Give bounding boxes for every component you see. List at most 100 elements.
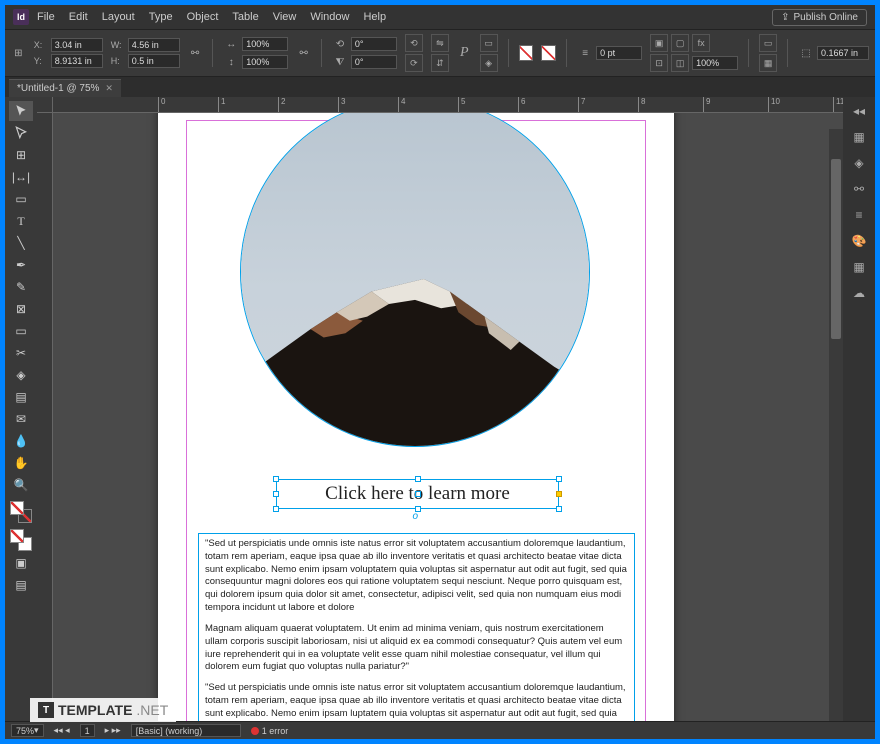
fill-stroke-swatch[interactable] (10, 501, 32, 523)
resize-handle[interactable] (273, 491, 279, 497)
scale-y-input[interactable] (242, 55, 288, 69)
swatches-panel-icon[interactable]: ▦ (849, 257, 869, 277)
document-tab[interactable]: *Untitled-1 @ 75% ✕ (9, 79, 121, 97)
zoom-tool[interactable]: 🔍 (9, 475, 33, 495)
menu-layout[interactable]: Layout (102, 11, 135, 23)
stroke-weight-icon: ≡ (577, 45, 593, 61)
apply-color-swatch[interactable] (10, 529, 32, 551)
gap-tool[interactable]: |↔| (9, 167, 33, 187)
zoom-field[interactable]: 75% ▾ (11, 724, 44, 737)
resize-handle[interactable] (556, 506, 562, 512)
select-content-button[interactable]: ◈ (480, 54, 498, 72)
direct-selection-tool[interactable] (9, 123, 33, 143)
text-wrap-none-button[interactable]: ▭ (759, 34, 777, 52)
pen-tool[interactable]: ✒ (9, 255, 33, 275)
menu-table[interactable]: Table (232, 11, 258, 23)
select-container-button[interactable]: ▭ (480, 34, 498, 52)
rotate-cw-button[interactable]: ⟳ (405, 54, 423, 72)
fit-content-button[interactable]: ▢ (671, 34, 689, 52)
scissors-tool[interactable]: ✂ (9, 343, 33, 363)
w-input[interactable] (128, 38, 180, 52)
preflight-status[interactable]: 1 error (251, 726, 289, 736)
note-tool[interactable]: ✉ (9, 409, 33, 429)
opacity-input[interactable] (692, 56, 738, 70)
links-panel-icon[interactable]: ⚯ (849, 179, 869, 199)
menu-help[interactable]: Help (363, 11, 386, 23)
pages-panel-icon[interactable]: ▦ (849, 127, 869, 147)
upload-icon: ⇪ (781, 12, 789, 23)
reference-point-icon[interactable]: ⊞ (11, 45, 26, 61)
horizontal-ruler[interactable]: 0 1 2 3 4 5 6 7 8 9 10 11 (53, 97, 843, 113)
y-input[interactable] (51, 54, 103, 68)
pencil-tool[interactable]: ✎ (9, 277, 33, 297)
fill-frame-button[interactable]: ◫ (671, 54, 689, 72)
fit-frame-button[interactable]: ▣ (650, 34, 668, 52)
resize-handle[interactable] (415, 476, 421, 482)
layers-panel-icon[interactable]: ◈ (849, 153, 869, 173)
link-scale-icon[interactable]: ⚯ (296, 45, 311, 61)
menu-window[interactable]: Window (310, 11, 349, 23)
color-panel-icon[interactable]: 🎨 (849, 231, 869, 251)
resize-handle[interactable] (273, 476, 279, 482)
page-number: 1 (85, 726, 90, 736)
page-field[interactable]: 1 (80, 724, 95, 737)
text-wrap-bounding-button[interactable]: ▦ (759, 54, 777, 72)
flip-h-button[interactable]: ⇋ (431, 34, 449, 52)
stroke-swatch[interactable] (541, 45, 556, 61)
page-nav-prev[interactable]: ◂◂ ◂ (54, 725, 70, 736)
resize-handle[interactable] (273, 506, 279, 512)
link-icon[interactable]: ⚯ (188, 45, 203, 61)
scale-x-input[interactable] (242, 37, 288, 51)
menu-bar: Id File Edit Layout Type Object Table Vi… (5, 5, 875, 29)
center-content-button[interactable]: ⊡ (650, 54, 668, 72)
body-text-frame[interactable]: "Sed ut perspiciatis unde omnis iste nat… (198, 533, 635, 721)
hand-tool[interactable]: ✋ (9, 453, 33, 473)
rotate-ccw-button[interactable]: ⟲ (405, 34, 423, 52)
ruler-origin[interactable] (37, 97, 53, 113)
paragraph-mode-icon[interactable]: P (457, 45, 472, 61)
close-tab-icon[interactable]: ✕ (105, 83, 113, 94)
rectangle-tool[interactable]: ▭ (9, 321, 33, 341)
free-transform-tool[interactable]: ◈ (9, 365, 33, 385)
circular-image-frame[interactable] (240, 113, 590, 447)
rotate-input[interactable] (351, 37, 397, 51)
content-collector-tool[interactable]: ▭ (9, 189, 33, 209)
shear-input[interactable] (351, 55, 397, 69)
publish-online-button[interactable]: ⇪ Publish Online (772, 9, 867, 26)
gap-input[interactable] (817, 46, 869, 60)
stroke-weight-input[interactable] (596, 46, 642, 60)
rectangle-frame-tool[interactable]: ⊠ (9, 299, 33, 319)
preflight-profile-field[interactable]: [Basic] (working) (131, 724, 241, 737)
center-point-icon[interactable] (415, 491, 421, 497)
view-mode-preview[interactable]: ▤ (9, 575, 33, 595)
canvas[interactable]: 0 1 2 3 4 5 6 7 8 9 10 11 (37, 97, 843, 721)
vertical-ruler[interactable] (37, 113, 53, 721)
menu-view[interactable]: View (273, 11, 297, 23)
expand-panels-icon[interactable]: ◂◂ (849, 101, 869, 121)
eyedropper-tool[interactable]: 💧 (9, 431, 33, 451)
type-tool[interactable]: T (9, 211, 33, 231)
h-input[interactable] (128, 54, 180, 68)
menu-type[interactable]: Type (149, 11, 173, 23)
resize-handle[interactable] (556, 491, 562, 497)
fill-swatch[interactable] (519, 45, 534, 61)
view-mode-normal[interactable]: ▣ (9, 553, 33, 573)
resize-handle[interactable] (556, 476, 562, 482)
menu-edit[interactable]: Edit (69, 11, 88, 23)
document-page[interactable]: Click here to learn more o (158, 113, 674, 721)
line-tool[interactable]: ╲ (9, 233, 33, 253)
cc-libraries-panel-icon[interactable]: ☁ (849, 283, 869, 303)
page-nav-next[interactable]: ▸ ▸▸ (105, 725, 121, 736)
menu-object[interactable]: Object (187, 11, 219, 23)
hyperlink-text-frame[interactable]: Click here to learn more o (276, 479, 559, 509)
page-tool[interactable]: ⊞ (9, 145, 33, 165)
x-input[interactable] (51, 38, 103, 52)
selection-tool[interactable] (9, 101, 33, 121)
vertical-scrollbar[interactable] (829, 129, 843, 721)
menu-file[interactable]: File (37, 11, 55, 23)
scrollbar-thumb[interactable] (831, 159, 841, 339)
flip-v-button[interactable]: ⇵ (431, 54, 449, 72)
effects-button[interactable]: fx (692, 34, 710, 52)
stroke-panel-icon[interactable]: ≡ (849, 205, 869, 225)
gradient-tool[interactable]: ▤ (9, 387, 33, 407)
